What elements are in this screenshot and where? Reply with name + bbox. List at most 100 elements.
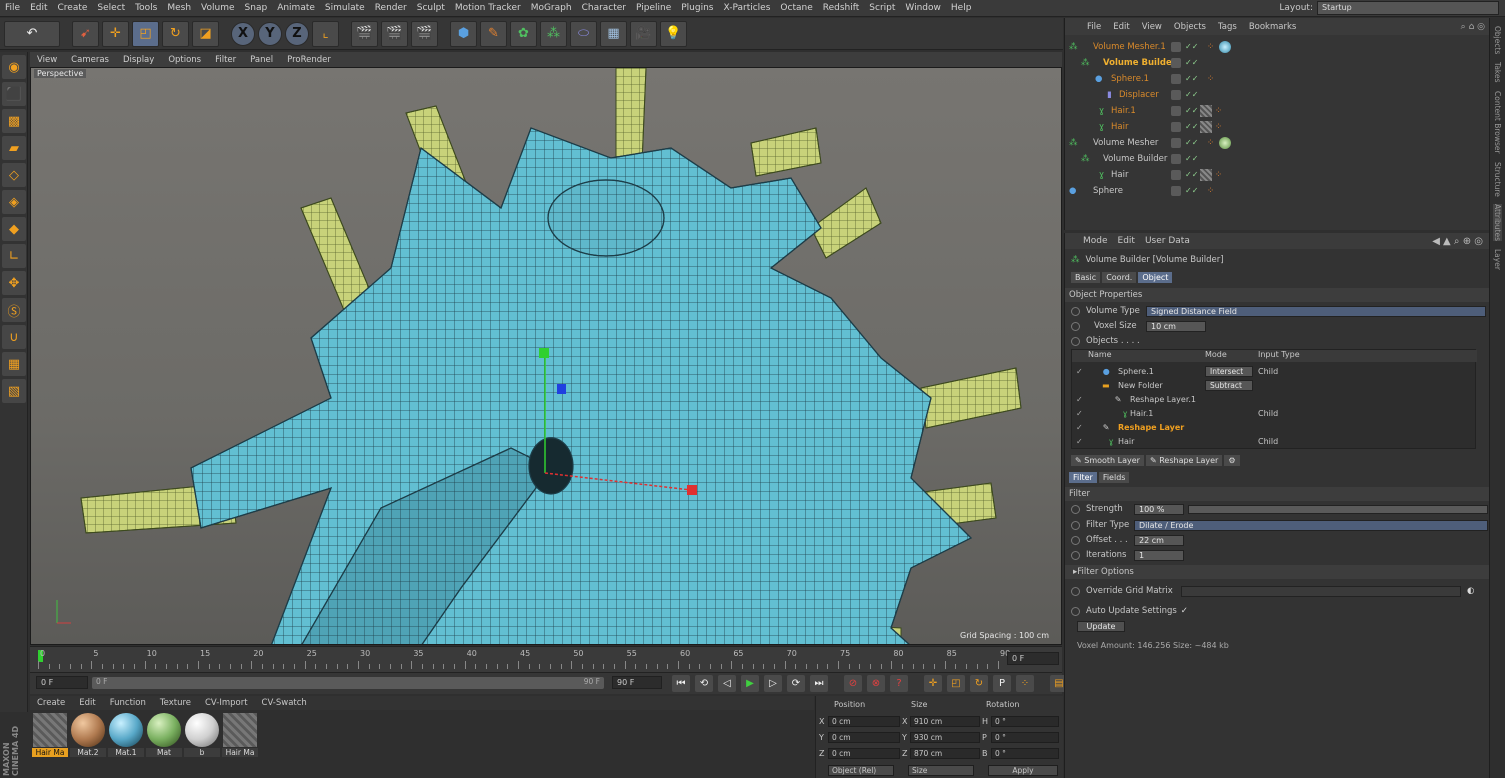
material-menu-edit[interactable]: Edit	[72, 698, 102, 708]
list-item[interactable]: ▬ New Folder Subtract	[1072, 378, 1497, 392]
menu-pipeline[interactable]: Pipeline	[631, 3, 676, 13]
go-to-end-icon[interactable]: ⏭	[810, 675, 828, 692]
key-position-icon[interactable]: ✛	[924, 675, 942, 692]
hair-material-tag-icon[interactable]	[1200, 104, 1212, 117]
polygons-mode-icon[interactable]: ◆	[2, 217, 26, 241]
strength-field[interactable]: 100 %	[1134, 503, 1184, 515]
object-row[interactable]: ɣ Hair ✓✓ ⁘	[1065, 119, 1490, 134]
tab-attributes[interactable]: Attributes	[1493, 204, 1502, 242]
prev-keyframe-icon[interactable]: ⟲	[695, 675, 713, 692]
iterations-field[interactable]: 1	[1134, 549, 1184, 561]
record-keys-icon[interactable]: ⊘	[844, 675, 862, 692]
animate-dot-icon[interactable]	[1071, 306, 1080, 316]
list-item[interactable]: ✓ ✎ Reshape Layer.1	[1072, 392, 1497, 406]
frame-range-slider[interactable]: 0 F 90 F	[92, 677, 604, 689]
voxel-size-field[interactable]: 10 cm	[1146, 320, 1206, 332]
navigation-icons[interactable]: ◀ ▲ ⌕ ⊕ ◎	[1432, 236, 1483, 247]
camera-icon[interactable]: 🎥	[630, 20, 657, 47]
check-icon[interactable]: ✓✓	[1185, 58, 1198, 67]
timeline-ruler[interactable]: 0 5 10 15 20 25 30 35 40 45 50 55 60 65 70 75 80 85 90 0 F	[30, 646, 1062, 672]
animate-dot-icon[interactable]	[1071, 520, 1080, 530]
menu-mesh[interactable]: Mesh	[162, 3, 196, 13]
object-row[interactable]: ▮ Displacer ✓✓	[1065, 87, 1490, 102]
key-point-level-icon[interactable]: ⁘	[1016, 675, 1034, 692]
tab-structure[interactable]: Structure	[1493, 162, 1502, 197]
object-row[interactable]: ● Sphere ✓✓ ⁘	[1065, 183, 1490, 198]
material-swatch[interactable]: Hair Ma	[32, 713, 68, 761]
menu-help[interactable]: Help	[946, 3, 977, 13]
tab-object[interactable]: Object	[1138, 271, 1173, 283]
check-icon[interactable]: ✓✓	[1185, 154, 1198, 163]
check-icon[interactable]: ✓	[1076, 423, 1083, 432]
auto-update-checkbox[interactable]: ✓	[1181, 606, 1188, 616]
material-swatch[interactable]: Mat	[146, 713, 182, 761]
menu-file[interactable]: File	[0, 3, 25, 13]
visibility-toggle[interactable]	[1171, 105, 1181, 116]
search-icon[interactable]: ⌕ ⌂ ◎	[1461, 22, 1485, 32]
tab-objects[interactable]: Objects	[1493, 26, 1502, 54]
check-icon[interactable]: ✓✓	[1185, 186, 1198, 195]
obj-menu-objects[interactable]: Objects	[1168, 22, 1212, 32]
check-icon[interactable]: ✓	[1076, 409, 1083, 418]
material-swatch[interactable]: Mat.1	[108, 713, 144, 761]
scale-tool-icon[interactable]: ◰	[132, 20, 159, 47]
pen-spline-icon[interactable]: ✎	[480, 20, 507, 47]
play-icon[interactable]: ▶	[741, 675, 759, 692]
list-item[interactable]: ✓ ● Sphere.1 Intersect Child	[1072, 364, 1497, 378]
end-frame-field[interactable]: 90 F	[612, 676, 662, 689]
light-icon[interactable]: 💡	[660, 20, 687, 47]
menu-create[interactable]: Create	[53, 3, 93, 13]
material-swatch[interactable]: b	[184, 713, 220, 761]
menu-animate[interactable]: Animate	[272, 3, 320, 13]
visibility-toggle[interactable]	[1171, 73, 1181, 84]
cube-primitive-icon[interactable]: ⬢	[450, 20, 477, 47]
material-tag-icon[interactable]	[1219, 40, 1231, 53]
rotation-h-field[interactable]: 0 °	[991, 716, 1059, 727]
animate-dot-icon[interactable]	[1071, 321, 1080, 331]
material-menu-create[interactable]: Create	[30, 698, 72, 708]
check-icon[interactable]: ✓	[1076, 437, 1083, 446]
tab-takes[interactable]: Takes	[1493, 62, 1502, 83]
check-icon[interactable]: ✓✓	[1185, 42, 1198, 51]
check-icon[interactable]: ✓	[1076, 395, 1083, 404]
3d-viewport[interactable]: Perspective Grid Spacing : 100 cm	[30, 67, 1062, 645]
animate-dot-icon[interactable]	[1071, 336, 1080, 346]
tweak-mode-icon[interactable]: ✥	[2, 271, 26, 295]
points-mode-icon[interactable]: ◇	[2, 163, 26, 187]
menu-edit[interactable]: Edit	[25, 3, 52, 13]
visibility-toggle[interactable]	[1171, 57, 1181, 68]
obj-menu-bookmarks[interactable]: Bookmarks	[1243, 22, 1303, 32]
menu-volume[interactable]: Volume	[196, 3, 239, 13]
autokeying-icon[interactable]: ⊗	[867, 675, 885, 692]
deformer-icon[interactable]: ⬭	[570, 20, 597, 47]
mode-select[interactable]: Subtract	[1205, 379, 1253, 391]
menu-redshift[interactable]: Redshift	[818, 3, 865, 13]
menu-select[interactable]: Select	[92, 3, 130, 13]
check-icon[interactable]: ✓✓	[1185, 170, 1198, 179]
tab-coord[interactable]: Coord.	[1102, 271, 1137, 283]
floor-icon[interactable]: ▦	[600, 20, 627, 47]
rotate-tool-icon[interactable]: ↻	[162, 20, 189, 47]
viewport-menu-filter[interactable]: Filter	[208, 55, 243, 65]
recent-tool-icon[interactable]: ◪	[192, 20, 219, 47]
size-x-field[interactable]: 910 cm	[910, 716, 980, 727]
object-row[interactable]: ⁂ Volume Builder ✓✓	[1065, 55, 1490, 70]
menu-snap[interactable]: Snap	[240, 3, 273, 13]
magnet-icon[interactable]: ∪	[2, 325, 26, 349]
position-z-field[interactable]: 0 cm	[828, 748, 900, 759]
tab-fields[interactable]: Fields	[1098, 471, 1130, 483]
material-menu-cv-swatch[interactable]: CV-Swatch	[255, 698, 314, 708]
cloner-icon[interactable]: ⁂	[540, 20, 567, 47]
coordinate-system-icon[interactable]: ⌞	[312, 20, 339, 47]
menu-character[interactable]: Character	[577, 3, 631, 13]
filter-type-select[interactable]: Dilate / Erode	[1134, 519, 1488, 531]
smooth-layer-button[interactable]: ✎ Smooth Layer	[1071, 454, 1144, 466]
material-tag-icon[interactable]	[1219, 136, 1231, 149]
layout-select[interactable]: Startup	[1317, 1, 1499, 15]
menu-x-particles[interactable]: X-Particles	[719, 3, 776, 13]
render-view-icon[interactable]: 🎬	[351, 20, 378, 47]
viewport-menu-view[interactable]: View	[30, 55, 64, 65]
material-swatch[interactable]: Hair Ma	[222, 713, 258, 761]
hair-material-tag-icon[interactable]	[1200, 120, 1212, 133]
list-item[interactable]: ✓ ✎ Reshape Layer	[1072, 420, 1497, 434]
